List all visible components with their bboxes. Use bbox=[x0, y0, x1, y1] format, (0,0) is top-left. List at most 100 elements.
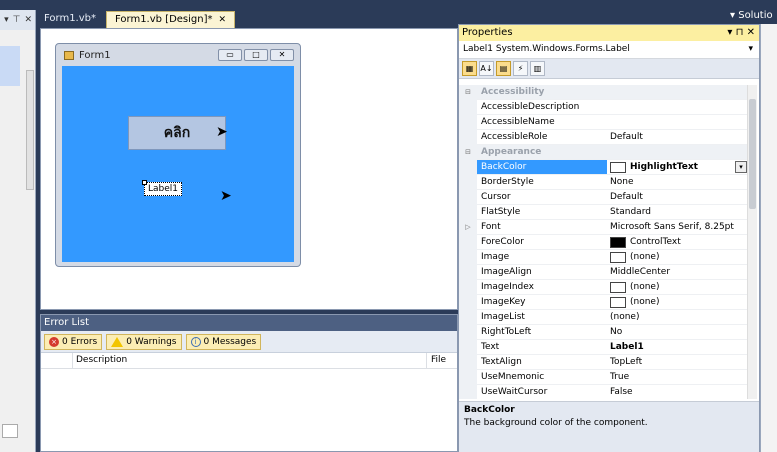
property-gutter bbox=[459, 355, 477, 370]
property-name: AccessibleName bbox=[477, 115, 607, 130]
property-row[interactable]: ImageIndex (none) bbox=[459, 280, 749, 295]
property-name: UseWaitCursor bbox=[477, 385, 607, 399]
click-button[interactable]: คลิก bbox=[128, 116, 226, 150]
alphabetical-icon[interactable]: A↓ bbox=[479, 61, 494, 76]
property-row[interactable]: UseWaitCursor False bbox=[459, 385, 749, 399]
form-client-area[interactable]: คลิก ➤ Label1 ➤ bbox=[62, 66, 294, 262]
dropdown-icon[interactable]: ▾ bbox=[4, 15, 9, 25]
property-value-text: HighlightText bbox=[630, 161, 698, 172]
property-row[interactable]: AccessibleName bbox=[459, 115, 749, 130]
close-icon[interactable]: ✕ bbox=[747, 27, 755, 38]
categorized-icon[interactable]: ▦ bbox=[462, 61, 477, 76]
column-file[interactable]: File bbox=[427, 353, 457, 368]
property-value[interactable] bbox=[607, 115, 749, 130]
column-icon[interactable] bbox=[41, 353, 73, 368]
move-cursor-icon: ➤ bbox=[220, 188, 232, 204]
property-name: AccessibleRole bbox=[477, 130, 607, 145]
property-value[interactable]: (none) bbox=[607, 295, 749, 310]
property-category[interactable]: ⊟ Accessibility bbox=[459, 85, 749, 100]
property-value-text: (none) bbox=[630, 251, 660, 262]
solution-explorer-tab[interactable]: ▾ Solutio bbox=[730, 10, 777, 24]
property-value[interactable]: ControlText bbox=[607, 235, 749, 250]
property-value[interactable]: No bbox=[607, 325, 749, 340]
property-value[interactable]: True bbox=[607, 370, 749, 385]
property-row[interactable]: TextAlign TopLeft bbox=[459, 355, 749, 370]
property-row[interactable]: Image (none) bbox=[459, 250, 749, 265]
property-value[interactable]: Default bbox=[607, 190, 749, 205]
property-value[interactable]: TopLeft bbox=[607, 355, 749, 370]
property-value[interactable]: Label1 bbox=[607, 340, 749, 355]
property-row[interactable]: ImageList (none) bbox=[459, 310, 749, 325]
label1-control[interactable]: Label1 bbox=[142, 180, 183, 196]
resize-handle[interactable] bbox=[142, 180, 147, 185]
property-row[interactable]: Cursor Default bbox=[459, 190, 749, 205]
label1-text: Label1 bbox=[148, 184, 179, 194]
property-row[interactable]: ForeColor ControlText bbox=[459, 235, 749, 250]
collapse-icon[interactable]: ⊟ bbox=[459, 85, 477, 100]
property-row[interactable]: ▷ Font Microsoft Sans Serif, 8.25pt bbox=[459, 220, 749, 235]
property-value[interactable]: Standard bbox=[607, 205, 749, 220]
errors-filter-button[interactable]: × 0 Errors bbox=[44, 333, 103, 350]
property-row[interactable]: AccessibleRole Default bbox=[459, 130, 749, 145]
events-icon[interactable]: ⚡ bbox=[513, 61, 528, 76]
property-row[interactable]: BackColor HighlightText ▾ bbox=[459, 160, 749, 175]
warnings-count: 0 Warnings bbox=[126, 336, 177, 347]
property-value[interactable] bbox=[607, 100, 749, 115]
properties-icon[interactable]: ▤ bbox=[496, 61, 511, 76]
warnings-filter-button[interactable]: 0 Warnings bbox=[106, 333, 182, 350]
close-tab-icon[interactable]: ✕ bbox=[219, 15, 227, 25]
property-value[interactable]: MiddleCenter bbox=[607, 265, 749, 280]
property-row[interactable]: BorderStyle None bbox=[459, 175, 749, 190]
property-row[interactable]: RightToLeft No bbox=[459, 325, 749, 340]
property-value[interactable]: False bbox=[607, 385, 749, 399]
property-value[interactable]: (none) bbox=[607, 280, 749, 295]
overflow-icon[interactable]: ▾ bbox=[730, 10, 735, 21]
tab-form1-code[interactable]: Form1.vb* bbox=[36, 11, 104, 28]
object-selector[interactable]: Label1 System.Windows.Forms.Label ▾ bbox=[459, 41, 759, 59]
property-value[interactable]: None bbox=[607, 175, 749, 190]
property-gutter bbox=[459, 295, 477, 310]
close-icon: ✕ bbox=[270, 49, 294, 61]
property-row[interactable]: UseMnemonic True bbox=[459, 370, 749, 385]
toolbox-bottom-item[interactable] bbox=[2, 424, 18, 438]
dropdown-button[interactable]: ▾ bbox=[735, 161, 747, 173]
property-name: Text bbox=[477, 340, 607, 355]
property-value[interactable]: (none) bbox=[607, 310, 749, 325]
property-category[interactable]: ⊟ Appearance bbox=[459, 145, 749, 160]
property-value-text: No bbox=[610, 326, 623, 337]
close-icon[interactable]: ✕ bbox=[24, 15, 32, 25]
float-icon[interactable]: ⊓ bbox=[736, 27, 744, 38]
property-row[interactable]: FlatStyle Standard bbox=[459, 205, 749, 220]
chevron-down-icon[interactable]: ▾ bbox=[748, 41, 753, 58]
messages-filter-button[interactable]: i0 Messages bbox=[185, 333, 262, 350]
toolbox-scrollbar[interactable] bbox=[26, 70, 34, 190]
property-value[interactable]: HighlightText ▾ bbox=[607, 160, 749, 175]
form1-window[interactable]: Form1 ▭ □ ✕ คลิก ➤ Label1 ➤ bbox=[55, 43, 301, 267]
errors-count: 0 Errors bbox=[62, 336, 98, 347]
property-name: BackColor bbox=[477, 160, 607, 175]
error-list-filters: × 0 Errors 0 Warnings i0 Messages bbox=[41, 331, 457, 353]
property-row[interactable]: Text Label1 bbox=[459, 340, 749, 355]
property-gutter bbox=[459, 160, 477, 175]
toolbox-selected-item[interactable] bbox=[0, 46, 20, 86]
property-value-text: None bbox=[610, 176, 634, 187]
expand-icon[interactable]: ▷ bbox=[459, 220, 477, 235]
property-grid-scrollbar[interactable] bbox=[747, 85, 757, 399]
maximize-icon: □ bbox=[244, 49, 268, 61]
property-gutter bbox=[459, 265, 477, 280]
property-row[interactable]: ImageAlign MiddleCenter bbox=[459, 265, 749, 280]
column-description[interactable]: Description bbox=[73, 353, 427, 368]
property-row[interactable]: AccessibleDescription bbox=[459, 100, 749, 115]
property-value[interactable]: Microsoft Sans Serif, 8.25pt bbox=[607, 220, 749, 235]
property-row[interactable]: ImageKey (none) bbox=[459, 295, 749, 310]
property-pages-icon[interactable]: ▥ bbox=[530, 61, 545, 76]
dropdown-icon[interactable]: ▾ bbox=[727, 27, 732, 38]
pin-icon[interactable]: ⊤ bbox=[13, 15, 21, 25]
property-value[interactable]: (none) bbox=[607, 250, 749, 265]
scroll-thumb[interactable] bbox=[749, 99, 756, 209]
error-list-header: Description File bbox=[41, 353, 457, 369]
tab-form1-design[interactable]: Form1.vb [Design]* ✕ bbox=[106, 11, 236, 28]
property-value[interactable]: Default bbox=[607, 130, 749, 145]
property-value bbox=[607, 85, 749, 100]
collapse-icon[interactable]: ⊟ bbox=[459, 145, 477, 160]
